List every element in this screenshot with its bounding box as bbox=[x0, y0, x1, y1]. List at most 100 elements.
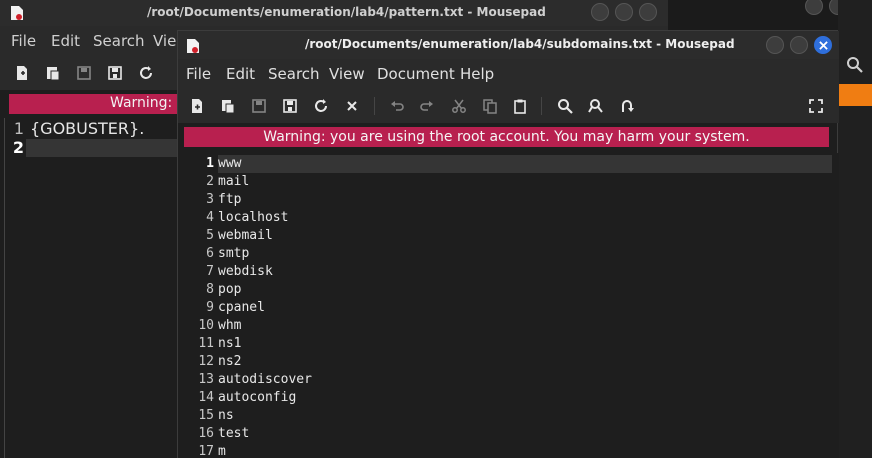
toolbar-separator bbox=[541, 97, 542, 115]
line-number: 4 bbox=[206, 210, 214, 225]
editor-line: 10 whm bbox=[178, 317, 839, 335]
editor-line: 13 autodiscover bbox=[178, 371, 839, 389]
line-text: smtp bbox=[218, 246, 250, 261]
bg-menu-view[interactable]: Vie bbox=[153, 32, 176, 50]
cut-icon[interactable] bbox=[448, 95, 470, 117]
new-window-icon[interactable] bbox=[217, 95, 239, 117]
line-number: 7 bbox=[206, 264, 214, 279]
line-number: 16 bbox=[198, 426, 214, 441]
find-replace-icon[interactable] bbox=[585, 95, 607, 117]
bg-menu-file[interactable]: File bbox=[11, 32, 36, 50]
line-text: m bbox=[218, 444, 226, 458]
line-text: ns2 bbox=[218, 354, 242, 369]
accent-bar bbox=[838, 84, 872, 106]
editor-line: 7 webdisk bbox=[178, 263, 839, 281]
toolbar bbox=[178, 89, 839, 123]
background-gutter-divider bbox=[4, 118, 5, 458]
menu-view[interactable]: View bbox=[329, 65, 365, 83]
background-titlebar[interactable]: /root/Documents/enumeration/lab4/pattern… bbox=[0, 0, 668, 26]
bg-reload-icon[interactable] bbox=[135, 62, 157, 84]
background-minimize-button[interactable] bbox=[591, 3, 609, 21]
fullscreen-icon[interactable] bbox=[805, 95, 827, 117]
background-line: 1 {GOBUSTER}. bbox=[0, 120, 200, 138]
redo-icon[interactable] bbox=[416, 95, 438, 117]
editor-line: 6 smtp bbox=[178, 245, 839, 263]
editor-line: 17 m bbox=[178, 443, 839, 458]
bg-menu-search[interactable]: Search bbox=[93, 32, 145, 50]
line-text: mail bbox=[218, 174, 250, 189]
bg-menu-edit[interactable]: Edit bbox=[51, 32, 80, 50]
save-icon[interactable] bbox=[248, 95, 270, 117]
go-to-line-icon[interactable] bbox=[616, 95, 638, 117]
line-number: 9 bbox=[206, 300, 214, 315]
background-maximize-button[interactable] bbox=[615, 3, 633, 21]
paste-icon[interactable] bbox=[509, 95, 531, 117]
line-text: localhost bbox=[218, 210, 289, 225]
background-window-title: /root/Documents/enumeration/lab4/pattern… bbox=[147, 5, 546, 19]
line-number: 5 bbox=[206, 228, 214, 243]
line-text: ns1 bbox=[218, 336, 242, 351]
text-editor[interactable]: 1 www 2 mail 3 ftp 4 localhost 5 webmail 6 smtp 7 web… bbox=[178, 153, 839, 458]
background-close-button[interactable] bbox=[639, 3, 657, 21]
line-text: autoconfig bbox=[218, 390, 297, 405]
close-button[interactable] bbox=[814, 36, 832, 54]
mousepad-app-icon bbox=[11, 6, 23, 20]
bg-save-icon[interactable] bbox=[73, 62, 95, 84]
close-document-icon[interactable] bbox=[341, 95, 363, 117]
menu-edit[interactable]: Edit bbox=[226, 65, 255, 83]
line-text: {GOBUSTER}. bbox=[30, 119, 145, 138]
minimize-button[interactable] bbox=[766, 36, 784, 54]
line-number: 2 bbox=[206, 174, 214, 189]
editor-line: 15 ns bbox=[178, 407, 839, 425]
close-icon bbox=[819, 41, 828, 50]
mousepad-app-icon bbox=[187, 39, 199, 53]
line-text: pop bbox=[218, 282, 242, 297]
line-text: cpanel bbox=[218, 300, 265, 315]
editor-line: 14 autoconfig bbox=[178, 389, 839, 407]
editor-line: 8 pop bbox=[178, 281, 839, 299]
line-number: 17 bbox=[198, 444, 214, 458]
line-number: 11 bbox=[198, 336, 214, 351]
editor-line: 9 cpanel bbox=[178, 299, 839, 317]
editor-line: 4 localhost bbox=[178, 209, 839, 227]
search-icon[interactable] bbox=[554, 95, 576, 117]
editor-line: 11 ns1 bbox=[178, 335, 839, 353]
editor-line: 2 mail bbox=[178, 173, 839, 191]
line-text: test bbox=[218, 426, 250, 441]
line-number: 14 bbox=[198, 390, 214, 405]
line-text: autodiscover bbox=[218, 372, 312, 387]
line-number: 1 bbox=[13, 119, 24, 138]
reload-icon[interactable] bbox=[310, 95, 332, 117]
line-number: 10 bbox=[198, 318, 214, 333]
line-text: ns bbox=[218, 408, 234, 423]
menu-file[interactable]: File bbox=[186, 65, 211, 83]
window-titlebar[interactable]: /root/Documents/enumeration/lab4/subdoma… bbox=[178, 31, 839, 59]
maximize-button[interactable] bbox=[790, 36, 808, 54]
other-window-minimize-button[interactable] bbox=[805, 0, 823, 15]
mousepad-window[interactable]: /root/Documents/enumeration/lab4/subdoma… bbox=[177, 30, 839, 458]
line-number: 6 bbox=[206, 246, 214, 261]
save-as-icon[interactable] bbox=[279, 95, 301, 117]
line-number: 15 bbox=[198, 408, 214, 423]
new-document-icon[interactable] bbox=[186, 95, 208, 117]
editor-line: 12 ns2 bbox=[178, 353, 839, 371]
line-number: 13 bbox=[198, 372, 214, 387]
editor-line: 1 www bbox=[178, 155, 839, 173]
line-text: webdisk bbox=[218, 264, 273, 279]
bg-new-file-icon[interactable] bbox=[11, 62, 33, 84]
editor-line: 5 webmail bbox=[178, 227, 839, 245]
line-number: 12 bbox=[198, 354, 214, 369]
copy-icon[interactable] bbox=[479, 95, 501, 117]
menu-help[interactable]: Help bbox=[460, 65, 494, 83]
line-number: 8 bbox=[206, 282, 214, 297]
menu-document[interactable]: Document bbox=[377, 65, 455, 83]
menu-search[interactable]: Search bbox=[268, 65, 320, 83]
toolbar-separator bbox=[374, 97, 375, 115]
editor-line: 16 test bbox=[178, 425, 839, 443]
search-icon[interactable] bbox=[846, 56, 864, 74]
menubar: File Edit Search View Document Help bbox=[178, 59, 839, 89]
undo-icon[interactable] bbox=[386, 95, 408, 117]
bg-save-as-icon[interactable] bbox=[104, 62, 126, 84]
bg-new-window-icon[interactable] bbox=[42, 62, 64, 84]
line-text: whm bbox=[218, 318, 242, 333]
